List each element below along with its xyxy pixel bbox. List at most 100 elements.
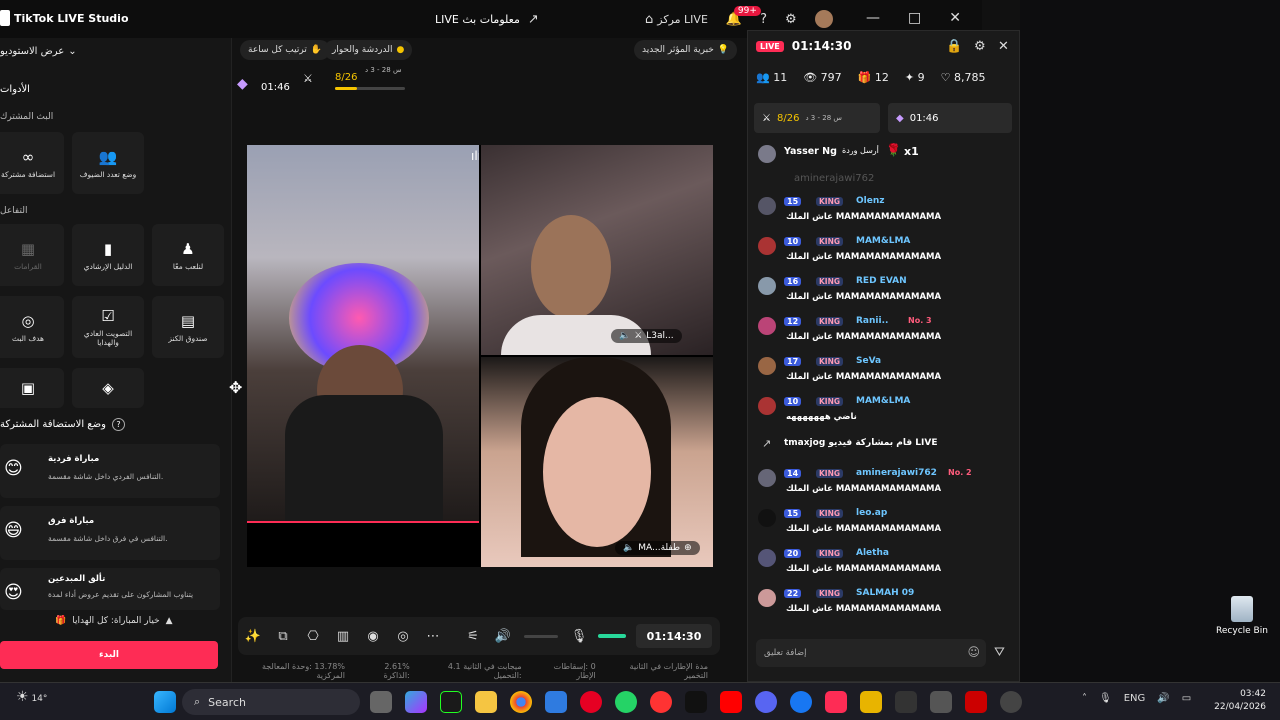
microphone-icon[interactable]: 🎙	[564, 629, 594, 644]
chrome-icon[interactable]	[510, 691, 532, 713]
recycle-bin[interactable]: Recycle Bin	[1214, 596, 1270, 636]
volume-slider[interactable]	[524, 634, 558, 638]
tile-label: الدليل الإرشادي	[83, 261, 133, 271]
steam-icon[interactable]	[1000, 691, 1022, 713]
file-explorer-icon[interactable]	[475, 691, 497, 713]
guest-video-b[interactable]: 🔈 ⚔ L3al...	[481, 145, 713, 355]
guest-c-namebar[interactable]: 🔈 MA...طفلة ⊕	[615, 541, 700, 555]
members-count: 9	[917, 71, 925, 84]
tile-vote[interactable]: ☑ التصويت العادي والهدايا	[72, 296, 144, 358]
camera-icon[interactable]: ◎	[388, 629, 418, 644]
username[interactable]: MAM&LMA	[856, 396, 910, 406]
tile-guide[interactable]: ▮ الدليل الإرشادي	[72, 224, 144, 286]
avatar	[758, 589, 776, 607]
whatsapp-icon[interactable]	[615, 691, 637, 713]
members-stat: ✦ 9	[904, 71, 925, 84]
username[interactable]: RED EVAN	[856, 276, 907, 286]
game-card-team[interactable]: 😄 مباراة فرق التنافس في فرق داخل شاشة مق…	[0, 506, 220, 560]
chevron-up-icon[interactable]: ˄	[1082, 693, 1087, 704]
opera-icon[interactable]	[650, 691, 672, 713]
tile-cohost[interactable]: ∞ استضافة مشتركة	[0, 132, 64, 194]
host-video[interactable]: ılı	[247, 145, 479, 523]
tiktok-live-studio-icon[interactable]	[825, 691, 847, 713]
inbox-icon[interactable]	[895, 691, 917, 713]
help-icon[interactable]: ?	[760, 12, 767, 27]
game-card-creators[interactable]: 😍 تألق المبدعين يتناوب المشاركون على تقد…	[0, 568, 220, 610]
tiktok-icon[interactable]	[685, 691, 707, 713]
tile-more-b[interactable]: ◈	[72, 368, 144, 408]
taskbar-clock[interactable]: 03:42 22/04/2026	[1212, 688, 1266, 713]
chat-chip[interactable]: الدردشة والحوار ●	[324, 40, 413, 60]
discord-icon[interactable]	[755, 691, 777, 713]
tile-rankings[interactable]: ▦ القرامات	[0, 224, 64, 286]
copilot-icon[interactable]	[405, 691, 427, 713]
emoji-icon[interactable]: ☺	[967, 645, 980, 659]
more-icon[interactable]: ⋯	[418, 629, 448, 644]
gallery-icon[interactable]	[930, 691, 952, 713]
hourly-ranking-chip[interactable]: ترتيب كل ساعة ✋	[240, 40, 331, 60]
comment-input[interactable]: إضافة تعليق ☺	[756, 639, 986, 667]
guest-b-namebar[interactable]: 🔈 ⚔ L3al...	[611, 329, 682, 343]
username[interactable]: Olenz	[856, 196, 885, 206]
battery-icon[interactable]: ▭	[1182, 693, 1191, 704]
app-red-icon[interactable]	[965, 691, 987, 713]
kick-icon[interactable]	[440, 691, 462, 713]
live-center-button[interactable]: ⌂ مركز LIVE	[645, 12, 708, 27]
maximize-icon[interactable]: □	[908, 10, 921, 26]
live-info-button[interactable]: LIVE معلومات بث ↗	[435, 12, 539, 27]
tile-more-a[interactable]: ▣	[0, 368, 64, 408]
windows-start-icon[interactable]	[154, 691, 176, 713]
username[interactable]: Ranii..	[856, 316, 888, 326]
magic-wand-icon[interactable]: ✨	[238, 629, 268, 644]
game-card-solo[interactable]: 😊 مباراة فردية التنافس الفردي داخل شاشة …	[0, 444, 220, 498]
close-icon[interactable]: ✕	[998, 39, 1009, 54]
tile-treasure[interactable]: ▤ صندوق الكنز	[152, 296, 224, 358]
effects-icon[interactable]: ⎔	[298, 629, 328, 644]
gift-option-dropdown[interactable]: 🎁 خيار المباراة: كل الهدايا ▲	[55, 616, 173, 626]
filter-icon[interactable]: ⛛	[994, 645, 1005, 660]
battle-status-box[interactable]: ⚔ 8/26 س 28 - 3 د	[754, 103, 880, 133]
battle-timer-box[interactable]: ◆ 01:46	[888, 103, 1012, 133]
username[interactable]: SALMAH 09	[856, 588, 914, 598]
username[interactable]: aminerajawi762	[856, 468, 937, 478]
username[interactable]: MAM&LMA	[856, 236, 910, 246]
username[interactable]: leo.ap	[856, 508, 887, 518]
tile-play-together[interactable]: ♟ لنلعب معًا	[152, 224, 224, 286]
lock-icon[interactable]: 🔒	[946, 39, 962, 54]
speaker-icon[interactable]: 🔊	[488, 629, 518, 644]
language-indicator[interactable]: ENG	[1124, 693, 1146, 704]
tile-multiguest[interactable]: 👥 وضع تعدد الضيوف	[72, 132, 144, 194]
avatar	[758, 469, 776, 487]
microphone-icon[interactable]: 🎙	[1099, 693, 1112, 704]
username[interactable]: SeVa	[856, 356, 881, 366]
avatar[interactable]	[814, 10, 833, 28]
store-icon[interactable]	[545, 691, 567, 713]
youtube-icon[interactable]	[720, 691, 742, 713]
creator-chip[interactable]: خبرية المؤثر الجديد 💡	[634, 40, 738, 60]
facebook-icon[interactable]	[790, 691, 812, 713]
guest-video-c[interactable]: 🔈 MA...طفلة ⊕	[481, 357, 713, 567]
rockstar-icon[interactable]	[860, 691, 882, 713]
tile-live-goal[interactable]: ◎ هدف البث	[0, 296, 64, 358]
notifications-button[interactable]: 🔔 99+	[726, 5, 761, 27]
pinterest-icon[interactable]	[580, 691, 602, 713]
settings-icon[interactable]: ⚙	[785, 12, 797, 27]
record-icon[interactable]: ◉	[358, 629, 388, 644]
close-icon[interactable]: ✕	[949, 10, 961, 26]
volume-icon[interactable]: 🔊	[1157, 693, 1169, 704]
task-view-icon[interactable]	[370, 691, 392, 713]
weather-widget[interactable]: ☀ 14°	[16, 689, 47, 705]
studio-view-dropdown[interactable]: عرض الاستوديو ⌄	[0, 46, 77, 57]
gift-count: x1	[904, 145, 919, 158]
gifts-stat: 🎁 12	[857, 71, 889, 84]
minimize-icon[interactable]: —	[866, 10, 880, 26]
username[interactable]: Aletha	[856, 548, 889, 558]
app-logo: TikTok LIVE Studio	[0, 10, 129, 26]
settings-icon[interactable]: ⚙	[974, 39, 986, 54]
screen-share-icon[interactable]: ⧉	[268, 629, 298, 644]
taskbar-search[interactable]: ⌕ Search	[182, 689, 360, 715]
layout-icon[interactable]: ▥	[328, 629, 358, 644]
start-button[interactable]: البدء	[0, 641, 218, 669]
help-circle-icon[interactable]: ?	[111, 418, 125, 431]
adjust-icon[interactable]: ⚟	[458, 629, 488, 644]
